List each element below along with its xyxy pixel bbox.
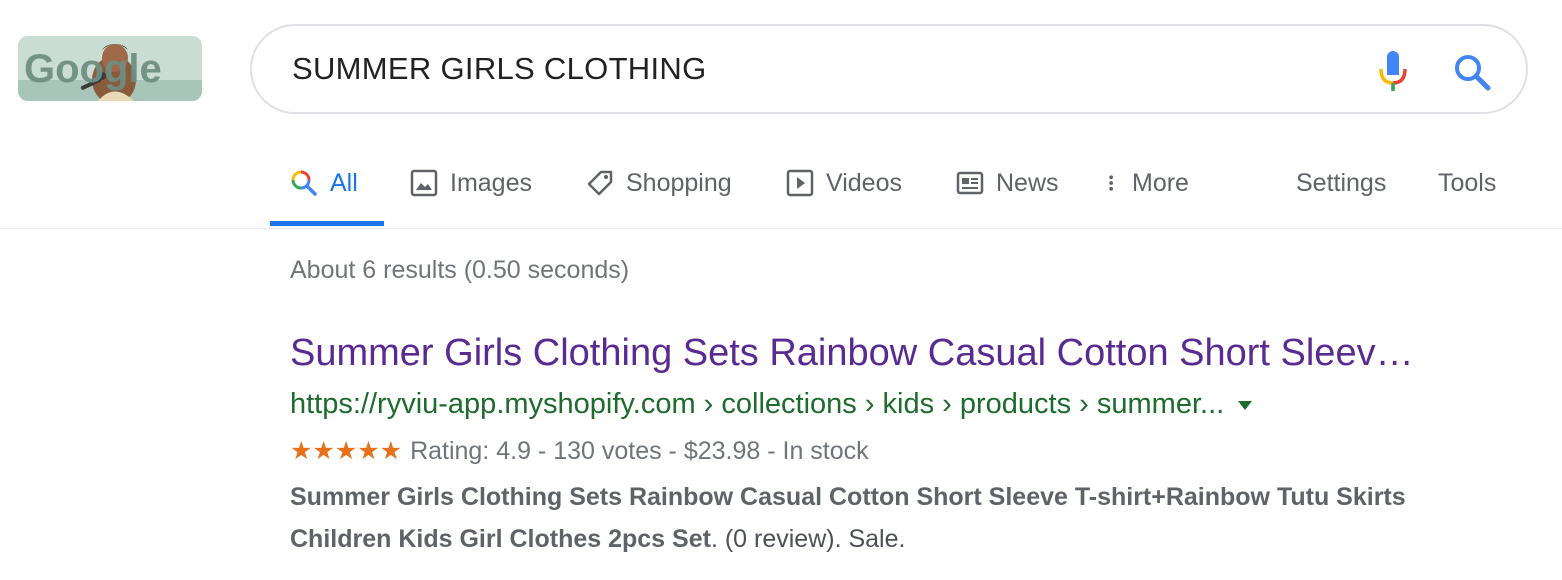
tab-videos[interactable]: Videos: [786, 160, 902, 206]
tab-shopping-label: Shopping: [626, 168, 732, 197]
snippet-rest-text: . (0 review). Sale.: [710, 525, 906, 553]
multicolor-search-icon: [291, 170, 317, 196]
tab-settings[interactable]: Settings: [1296, 160, 1386, 206]
result-url-text: https://ryviu-app.myshopify.com › collec…: [290, 388, 1225, 420]
tab-news[interactable]: News: [956, 160, 1059, 206]
search-tabs: All Images Shopping Videos News More Set…: [0, 160, 1562, 230]
rating-stars-icon: ★★★★★: [290, 437, 403, 465]
tab-more[interactable]: More: [1104, 160, 1189, 206]
result-url[interactable]: https://ryviu-app.myshopify.com › collec…: [290, 388, 1253, 421]
tab-tools-label: Tools: [1438, 168, 1497, 197]
rating-text: Rating: 4.9 - 130 votes - $23.98 - In st…: [410, 436, 869, 465]
active-tab-indicator: [270, 221, 384, 226]
mic-icon[interactable]: [1376, 48, 1410, 94]
tab-videos-label: Videos: [826, 168, 902, 197]
result-title-link[interactable]: Summer Girls Clothing Sets Rainbow Casua…: [290, 332, 1480, 375]
tab-all[interactable]: All: [290, 160, 358, 206]
header-divider: [0, 228, 1562, 229]
result-snippet: Summer Girls Clothing Sets Rainbow Casua…: [290, 476, 1490, 560]
google-doodle-logo[interactable]: Google: [18, 36, 202, 101]
play-icon: [786, 169, 814, 197]
tab-all-label: All: [330, 168, 358, 197]
search-icon[interactable]: [1452, 52, 1492, 92]
more-vertical-icon: [1109, 175, 1113, 191]
search-input[interactable]: [292, 46, 1342, 92]
tab-settings-label: Settings: [1296, 168, 1387, 197]
tab-tools[interactable]: Tools: [1438, 160, 1496, 206]
logo-text: Google: [24, 47, 162, 91]
image-icon: [410, 169, 438, 197]
rating-line: ★★★★★ Rating: 4.9 - 130 votes - $23.98 -…: [290, 436, 869, 466]
tab-images-label: Images: [450, 168, 532, 197]
tab-more-label: More: [1132, 168, 1189, 197]
tag-icon: [587, 170, 613, 196]
tab-images[interactable]: Images: [410, 160, 532, 206]
doodle-illustration: Google: [18, 36, 202, 101]
url-dropdown-caret-icon[interactable]: [1238, 401, 1253, 410]
result-stats: About 6 results (0.50 seconds): [290, 256, 630, 284]
newspaper-icon: [956, 171, 984, 195]
tab-news-label: News: [996, 168, 1059, 197]
search-box: [250, 24, 1528, 114]
tab-shopping[interactable]: Shopping: [586, 160, 732, 206]
